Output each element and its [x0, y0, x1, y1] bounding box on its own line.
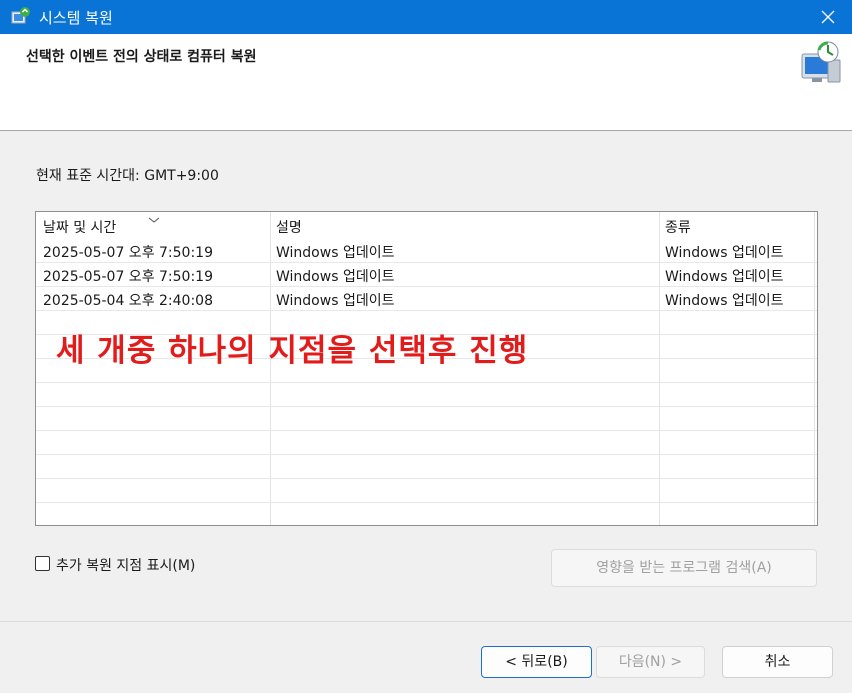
cell-date: 2025-05-07 오후 7:50:19 [43, 269, 213, 285]
cancel-button-label: 취소 [764, 654, 791, 670]
cell-type: Windows 업데이트 [665, 245, 784, 261]
cancel-button[interactable]: 취소 [722, 646, 833, 678]
footer-divider [0, 621, 852, 622]
sort-descending-icon [148, 212, 160, 228]
checkbox-box[interactable] [35, 556, 50, 571]
column-header-type[interactable]: 종류 [665, 217, 691, 237]
empty-row [36, 430, 817, 455]
column-header-description[interactable]: 설명 [276, 217, 302, 237]
table-row[interactable]: 2025-05-07 오후 7:50:19 Windows 업데이트 Windo… [36, 238, 817, 263]
next-button[interactable]: 다음(N) > [596, 646, 705, 678]
wizard-header: 선택한 이벤트 전의 상태로 컴퓨터 복원 [0, 34, 852, 131]
close-icon [821, 10, 835, 24]
next-button-label: 다음(N) > [618, 654, 683, 670]
page-title: 선택한 이벤트 전의 상태로 컴퓨터 복원 [26, 49, 257, 65]
empty-row [36, 454, 817, 479]
timezone-label: 현재 표준 시간대: GMT+9:00 [36, 168, 219, 184]
cell-description: Windows 업데이트 [276, 269, 395, 285]
cell-description: Windows 업데이트 [276, 245, 395, 261]
empty-row [36, 382, 817, 407]
column-header-date[interactable]: 날짜 및 시간 [43, 217, 116, 237]
cell-type: Windows 업데이트 [665, 269, 784, 285]
table-row[interactable]: 2025-05-04 오후 2:40:08 Windows 업데이트 Windo… [36, 286, 817, 311]
empty-row [36, 406, 817, 431]
annotation-text: 세 개중 하나의 지점을 선택후 진행 [56, 333, 529, 369]
cell-date: 2025-05-07 오후 7:50:19 [43, 245, 213, 261]
title-bar: 시스템 복원 [0, 0, 852, 34]
cell-date: 2025-05-04 오후 2:40:08 [43, 293, 213, 309]
close-button[interactable] [804, 0, 852, 34]
cell-type: Windows 업데이트 [665, 293, 784, 309]
back-button[interactable]: < 뒤로(B) [481, 646, 592, 678]
empty-row [36, 478, 817, 503]
scan-button-label: 영향을 받는 프로그램 검색(A) [596, 560, 772, 576]
table-row[interactable]: 2025-05-07 오후 7:50:19 Windows 업데이트 Windo… [36, 262, 817, 287]
restore-computer-icon [798, 40, 844, 86]
cell-description: Windows 업데이트 [276, 293, 395, 309]
back-button-label: < 뒤로(B) [505, 654, 568, 670]
wizard-content: 현재 표준 시간대: GMT+9:00 날짜 및 시간 설명 종류 2025-0… [0, 131, 852, 693]
system-restore-icon [10, 6, 32, 28]
scan-affected-programs-button[interactable]: 영향을 받는 프로그램 검색(A) [551, 549, 817, 587]
checkbox-label[interactable]: 추가 복원 지점 표시(M) [56, 555, 195, 575]
window-title: 시스템 복원 [39, 9, 113, 27]
